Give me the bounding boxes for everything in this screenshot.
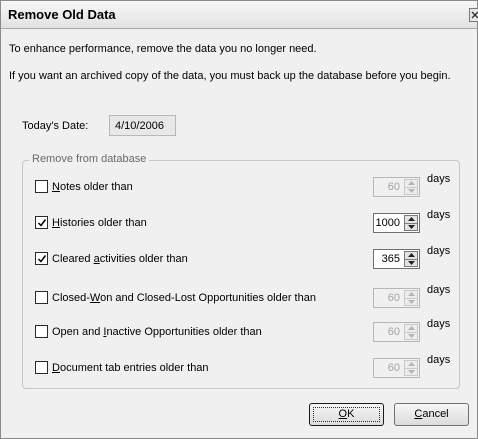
row-open-inactive-opportunities: Open and Inactive Opportunities older th… <box>35 318 459 342</box>
notes-days-spinner[interactable]: 60 <box>373 177 420 197</box>
arrow-down-icon[interactable] <box>405 368 417 375</box>
closed-opportunities-checkbox[interactable] <box>35 291 48 304</box>
notes-days-value[interactable]: 60 <box>388 181 400 193</box>
row-cleared-activities: Cleared activities older than 365 days <box>35 245 459 269</box>
notes-label[interactable]: Notes older than <box>52 181 133 193</box>
row-notes: Notes older than 60 days <box>35 173 459 197</box>
arrow-down-icon[interactable] <box>405 332 417 339</box>
open-inactive-opportunities-days-value[interactable]: 60 <box>388 326 400 338</box>
notes-checkbox[interactable] <box>35 180 48 193</box>
days-label: days <box>427 318 451 330</box>
document-tab-entries-days-spinner[interactable]: 60 <box>373 358 420 378</box>
cancel-button[interactable]: Cancel <box>394 403 469 426</box>
arrow-down-icon[interactable] <box>405 298 417 305</box>
dialog-title: Remove Old Data <box>8 7 116 22</box>
histories-days-value[interactable]: 1000 <box>376 217 400 229</box>
row-document-tab-entries: Document tab entries older than 60 days <box>35 354 459 378</box>
document-tab-entries-label[interactable]: Document tab entries older than <box>52 362 209 374</box>
open-inactive-opportunities-days-spinner[interactable]: 60 <box>373 322 420 342</box>
document-tab-entries-days-value[interactable]: 60 <box>388 362 400 374</box>
document-tab-entries-checkbox[interactable] <box>35 361 48 374</box>
row-closed-opportunities: Closed-Won and Closed-Lost Opportunities… <box>35 284 459 308</box>
backup-note-text: If you want an archived copy of the data… <box>9 70 451 82</box>
arrow-up-icon[interactable] <box>405 252 417 259</box>
intro-text: To enhance performance, remove the data … <box>9 43 317 55</box>
arrow-up-icon[interactable] <box>405 361 417 368</box>
closed-opportunities-label[interactable]: Closed-Won and Closed-Lost Opportunities… <box>52 292 316 304</box>
arrow-down-icon[interactable] <box>405 187 417 194</box>
row-histories: Histories older than 1000 days <box>35 209 459 233</box>
days-label: days <box>427 284 451 296</box>
arrow-up-icon[interactable] <box>405 180 417 187</box>
group-label: Remove from database <box>29 153 150 166</box>
histories-checkbox[interactable] <box>35 216 48 229</box>
remove-old-data-dialog: Remove Old Data To enhance performance, … <box>0 0 478 439</box>
todays-date-label: Today's Date: <box>22 120 89 132</box>
closed-opportunities-days-value[interactable]: 60 <box>388 292 400 304</box>
histories-days-spinner[interactable]: 1000 <box>373 213 420 233</box>
todays-date-field: 4/10/2006 <box>109 115 176 136</box>
arrow-up-icon[interactable] <box>405 325 417 332</box>
title-bar[interactable]: Remove Old Data <box>1 1 478 29</box>
arrow-up-icon[interactable] <box>405 291 417 298</box>
open-inactive-opportunities-label[interactable]: Open and Inactive Opportunities older th… <box>52 326 262 338</box>
days-label: days <box>427 173 451 185</box>
ok-button[interactable]: OK <box>309 403 384 426</box>
days-label: days <box>427 245 451 257</box>
cleared-activities-days-value[interactable]: 365 <box>382 253 400 265</box>
days-label: days <box>427 209 451 221</box>
days-label: days <box>427 354 451 366</box>
arrow-up-icon[interactable] <box>405 216 417 223</box>
histories-label[interactable]: Histories older than <box>52 217 147 229</box>
cleared-activities-label[interactable]: Cleared activities older than <box>52 253 188 265</box>
open-inactive-opportunities-checkbox[interactable] <box>35 325 48 338</box>
closed-opportunities-days-spinner[interactable]: 60 <box>373 288 420 308</box>
close-button[interactable] <box>469 8 478 22</box>
arrow-down-icon[interactable] <box>405 259 417 266</box>
cleared-activities-checkbox[interactable] <box>35 252 48 265</box>
arrow-down-icon[interactable] <box>405 223 417 230</box>
cleared-activities-days-spinner[interactable]: 365 <box>373 249 420 269</box>
